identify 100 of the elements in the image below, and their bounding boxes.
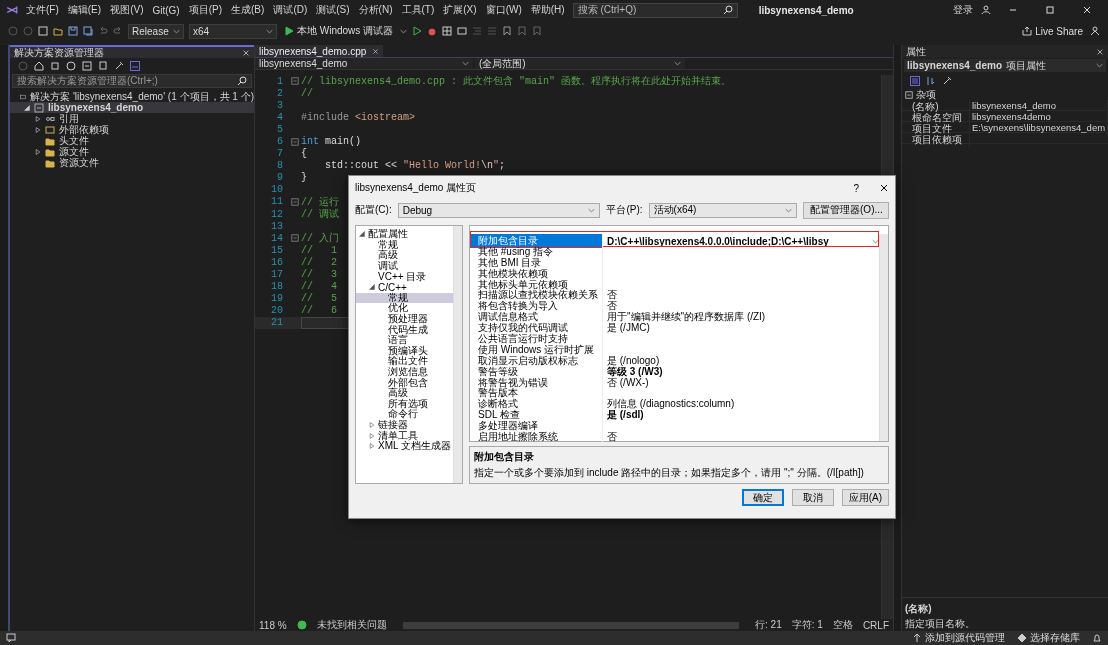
close-icon	[372, 47, 380, 55]
run-button[interactable]: 本地 Windows 调试器	[282, 24, 396, 38]
redo-icon	[113, 26, 123, 36]
tree-item[interactable]: libsynexens4_demo	[10, 102, 254, 113]
tree-item[interactable]: 头文件	[10, 135, 254, 146]
tree-item[interactable]: 高级	[356, 250, 453, 261]
dialog-button[interactable]: 应用(A)	[841, 489, 889, 507]
caret-icon	[674, 60, 681, 67]
tree-item[interactable]: 清单工具	[356, 430, 453, 441]
tree-item[interactable]: 链接器	[356, 419, 453, 431]
comment-icon	[487, 26, 498, 36]
tree-item[interactable]: 命令行	[356, 409, 453, 420]
menu-item[interactable]: 扩展(X)	[442, 3, 478, 17]
dialog-button[interactable]: 确定	[741, 489, 784, 507]
line-number: 1	[276, 75, 284, 87]
caret-icon	[400, 27, 408, 35]
code-line: std::cout << "Hello World!\n";	[324, 160, 506, 172]
line-number: 15	[270, 244, 284, 256]
property-value: 等级 3 (/W3)	[607, 365, 663, 378]
config-dropdown[interactable]: Debug	[397, 202, 601, 218]
tree-item[interactable]: 输出文件	[356, 356, 453, 367]
line-number: 12	[270, 208, 284, 220]
source-control-button[interactable]: 添加到源代码管理	[912, 631, 1005, 645]
menu-item[interactable]: 文件(F)	[25, 3, 60, 17]
tree-item[interactable]: 高级	[356, 387, 453, 399]
menu-item[interactable]: 编辑(E)	[66, 3, 103, 17]
menu-item[interactable]: 帮助(H)	[529, 3, 566, 17]
caret-icon	[785, 206, 793, 214]
menu-item[interactable]: 测试(S)	[315, 3, 351, 17]
tree-item[interactable]: 所有选项	[356, 398, 453, 410]
line-number: 14	[270, 232, 284, 244]
property-value: E:\synexens\libsynexens4_dem	[970, 122, 1108, 136]
description-title: (名称)	[905, 602, 932, 616]
property-name[interactable]: 取消显示启动版权标志	[470, 353, 602, 368]
menu-item[interactable]: 窗口(W)	[484, 3, 523, 17]
config-manager-button[interactable]: 配置管理器(O)...	[803, 201, 889, 219]
tree-item[interactable]: 浏览信息	[356, 366, 453, 378]
tree-item[interactable]: C/C++	[356, 281, 453, 293]
line-number: 19	[270, 293, 284, 305]
tree-item[interactable]: 资源文件	[10, 157, 254, 168]
scope-dropdown[interactable]: (全局范围)	[475, 58, 685, 69]
line-number: 5	[276, 123, 284, 135]
help-button[interactable]: ?	[851, 182, 861, 194]
menu-item[interactable]: 生成(B)	[230, 3, 266, 17]
tree-item[interactable]: 配置属性	[356, 229, 453, 240]
menu-item[interactable]: 分析(N)	[357, 3, 394, 17]
line-number: 11	[270, 196, 284, 208]
tree-item[interactable]: 解决方案 'libsynexens4_demo' (1 个项目，共 1 个)	[10, 91, 254, 102]
menu-item[interactable]: Git(G)	[151, 4, 181, 16]
tree-item[interactable]: 语言	[356, 334, 453, 346]
property-name[interactable]: 启用地址擦除系统	[470, 430, 602, 445]
description-text: 指定项目名称。	[905, 617, 976, 631]
live-share-button[interactable]: Live Share	[1020, 25, 1085, 37]
tree-item[interactable]: 外部包含	[356, 377, 453, 388]
code-line: {	[301, 148, 307, 160]
tree-item[interactable]: 代码生成	[356, 324, 453, 335]
configuration-dropdown[interactable]: Release	[128, 23, 184, 39]
tree-item[interactable]: 外部依赖项	[10, 124, 254, 135]
menu-item[interactable]: 调试(D)	[272, 3, 309, 17]
object-dropdown[interactable]: libsynexens4_demo 项目属性	[904, 59, 1106, 72]
folder-icon	[45, 135, 55, 146]
tree-item[interactable]: 优化	[356, 303, 453, 314]
property-value: 是 (/nologo)	[607, 353, 660, 366]
menu-item[interactable]: 视图(V)	[109, 3, 145, 17]
platform-dropdown[interactable]: x64	[189, 23, 277, 39]
tree-item[interactable]: VC++ 目录	[356, 271, 453, 282]
property-value: 否	[607, 299, 617, 312]
property-value: 否	[607, 430, 617, 445]
preview-icon	[130, 61, 140, 71]
menu-item[interactable]: 工具(T)	[400, 3, 436, 17]
tree-item[interactable]: 引用	[10, 113, 254, 124]
line-number: 21	[270, 317, 284, 329]
project-dropdown[interactable]: libsynexens4_demo	[255, 58, 473, 69]
line-number: 18	[270, 281, 284, 293]
tree-item[interactable]: 源文件	[10, 146, 254, 157]
sort-icon	[926, 76, 936, 86]
repository-button[interactable]: 选择存储库	[1017, 631, 1080, 645]
line-number: 6	[276, 136, 284, 147]
line-number: 20	[270, 305, 284, 317]
bell-icon	[1092, 633, 1102, 643]
tree-item[interactable]: 预处理器	[356, 313, 453, 325]
dialog-button[interactable]: 取消	[791, 489, 834, 507]
code-line: // libsynexens4_demo.cpp : 此文件包含 "main" 函数。程序执行将在此处开始并结束。	[301, 74, 732, 88]
code-line: int main()	[301, 136, 362, 147]
tree-item[interactable]: 调试	[356, 260, 453, 272]
editor-tab[interactable]: libsynexens4_demo.cpp	[255, 45, 384, 57]
bookmark-icon	[502, 26, 513, 36]
sign-in-link[interactable]: 登录	[952, 3, 974, 17]
caret-icon	[872, 237, 879, 245]
search-field[interactable]: 搜索解决方案资源管理器(Ctrl+;)	[12, 74, 252, 88]
tree-item[interactable]: XML 文档生成器	[356, 440, 453, 452]
close-icon	[1082, 5, 1092, 15]
menu-item[interactable]: 项目(P)	[187, 3, 224, 17]
search-field[interactable]: 搜索 (Ctrl+Q)	[572, 2, 738, 18]
platform-dropdown[interactable]: 活动(x64)	[648, 202, 798, 218]
caret-icon	[266, 27, 273, 35]
property-name[interactable]: 其他模块依赖项	[470, 266, 602, 281]
issues-status: 未找到相关问题	[316, 618, 387, 632]
tree-item[interactable]: 常规	[356, 292, 453, 304]
code-line: // 4	[301, 281, 337, 293]
